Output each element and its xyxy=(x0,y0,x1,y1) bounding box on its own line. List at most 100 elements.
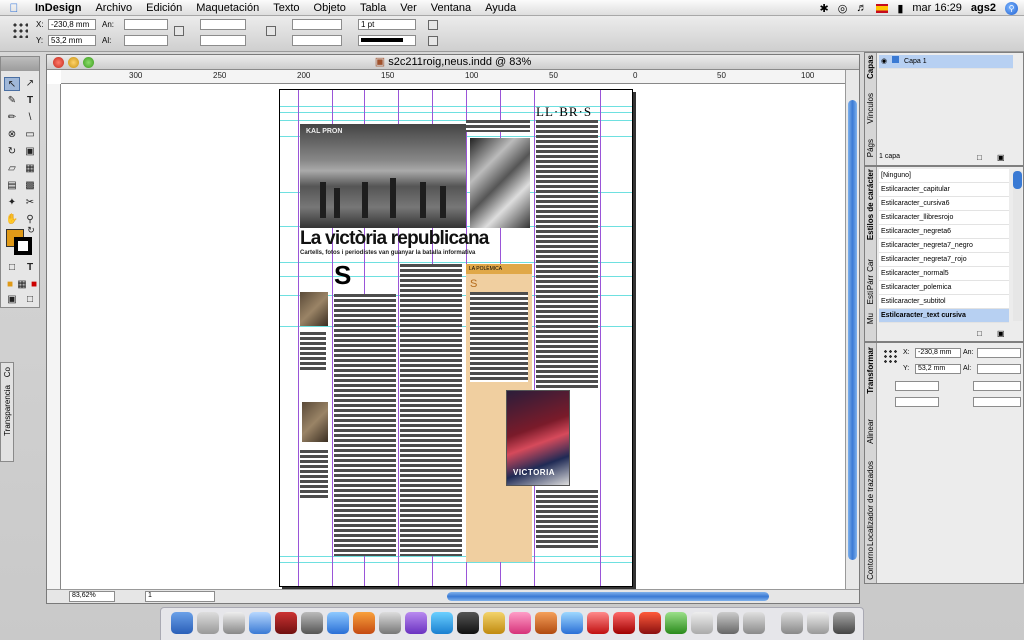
horizontal-scroll-thumb[interactable] xyxy=(447,592,769,601)
document-page[interactable]: KAL PRON LL·BR·S La victòria republicana… xyxy=(279,89,633,587)
scissors-tool-icon[interactable]: ✂ xyxy=(22,196,38,210)
poster-image[interactable]: VICTORIA xyxy=(506,390,570,486)
direct-selection-tool-icon[interactable]: ↗ xyxy=(22,77,38,91)
control-h-field[interactable] xyxy=(124,35,168,46)
menu-maquetacion[interactable]: Maquetación xyxy=(189,2,266,14)
text-column[interactable] xyxy=(400,264,462,556)
flash-icon[interactable] xyxy=(639,612,661,634)
style-item[interactable]: Estilcaracter_negreta6 xyxy=(879,225,1009,239)
formatting-container-icon[interactable]: □ xyxy=(4,261,20,275)
spotlight-icon[interactable]: ⚲ xyxy=(1005,1,1018,15)
delete-layer-icon[interactable]: ▣ xyxy=(997,153,1005,162)
layer-row[interactable]: ◉ Capa 1 xyxy=(879,55,1013,69)
textedit-icon[interactable] xyxy=(691,612,713,634)
selection-tool-icon[interactable]: ↖ xyxy=(4,77,20,91)
bluetooth-icon[interactable]: ✱ xyxy=(820,2,829,15)
close-window-button[interactable] xyxy=(53,57,64,68)
stroke-type-dropdown[interactable] xyxy=(358,35,416,46)
input-language-flag-icon[interactable] xyxy=(876,3,889,13)
menu-ver[interactable]: Ver xyxy=(393,2,424,14)
article-subhead[interactable]: Cartells, fotos i periodistes van guanya… xyxy=(300,250,475,256)
menu-texto[interactable]: Texto xyxy=(266,2,306,14)
vertical-scroll-thumb[interactable] xyxy=(848,100,857,560)
tab-estilos-caracter[interactable]: Estilos de carácter xyxy=(866,169,875,240)
delete-style-icon[interactable]: ▣ xyxy=(997,329,1005,338)
constrain-scale-icon[interactable] xyxy=(266,26,276,36)
apply-none-icon[interactable]: ■ xyxy=(26,278,42,292)
stroke-swatch[interactable] xyxy=(14,237,32,255)
text-column[interactable] xyxy=(536,490,598,550)
vertical-scrollbar[interactable] xyxy=(845,70,859,590)
dashboard-icon[interactable] xyxy=(197,612,219,634)
tab-capas[interactable]: Capas xyxy=(866,55,875,79)
preview-icon[interactable] xyxy=(717,612,739,634)
control-x-field[interactable]: -230,8 mm xyxy=(48,19,96,30)
acrobat-icon[interactable] xyxy=(587,612,609,634)
menu-archivo[interactable]: Archivo xyxy=(88,2,139,14)
photo-booth-icon[interactable] xyxy=(275,612,297,634)
type-tool-icon[interactable]: T xyxy=(22,94,38,108)
style-item[interactable]: Estilcaracter_capitular xyxy=(879,183,1009,197)
menubar-clock[interactable]: mar 16:29 xyxy=(912,2,962,14)
rotate-tool-icon[interactable]: ↻ xyxy=(4,145,20,159)
tools-title-bar[interactable] xyxy=(1,57,39,71)
rectangle-tool-icon[interactable]: ▭ xyxy=(22,128,38,142)
style-item[interactable]: Estilcaracter_negreta7_rojo xyxy=(879,253,1009,267)
new-style-icon[interactable]: □ xyxy=(977,329,982,338)
control-scale-x-field[interactable] xyxy=(200,19,246,30)
tab-parr[interactable]: Párr xyxy=(866,275,875,290)
pen-tool-icon[interactable]: ✎ xyxy=(4,94,20,108)
itunes-icon[interactable] xyxy=(249,612,271,634)
safari-icon[interactable] xyxy=(327,612,349,634)
transform-scale-x-field[interactable] xyxy=(895,381,939,391)
transform-y-field[interactable]: 53,2 mm xyxy=(915,364,961,374)
transform-rotation-field[interactable] xyxy=(973,381,1021,391)
secondary-photo[interactable] xyxy=(470,138,530,228)
menu-ventana[interactable]: Ventana xyxy=(424,2,478,14)
transform-scale-y-field[interactable] xyxy=(895,397,939,407)
stroke-weight-field[interactable]: 1 pt xyxy=(358,19,416,30)
wifi-icon[interactable]: ◎ xyxy=(838,2,848,15)
menu-edicion[interactable]: Edición xyxy=(139,2,189,14)
transform-shear-field[interactable] xyxy=(973,397,1021,407)
menu-tabla[interactable]: Tabla xyxy=(353,2,393,14)
text-column[interactable] xyxy=(536,120,598,390)
trash-icon[interactable] xyxy=(833,612,855,634)
downloads-folder-icon[interactable] xyxy=(781,612,803,634)
constrain-proportions-icon[interactable] xyxy=(174,26,184,36)
vertical-ruler[interactable] xyxy=(47,84,61,590)
styles-scrollbar[interactable] xyxy=(1013,171,1022,321)
text-column[interactable] xyxy=(300,332,326,372)
style-item[interactable]: Estilcaracter_cursiva6 xyxy=(879,197,1009,211)
document-title-bar[interactable]: ▣ s2c211roig,neus.indd @ 83% xyxy=(47,55,859,70)
flower-app-icon[interactable] xyxy=(509,612,531,634)
battery-icon[interactable]: ▮ xyxy=(897,2,903,15)
transform-h-field[interactable] xyxy=(977,364,1021,374)
normal-view-icon[interactable]: ▣ xyxy=(4,293,20,307)
gradient-tool-icon[interactable]: ▤ xyxy=(4,179,20,193)
zoom-window-button[interactable] xyxy=(83,57,94,68)
page-number-field[interactable]: 1 xyxy=(145,591,215,602)
minimize-window-button[interactable] xyxy=(68,57,79,68)
text-column[interactable] xyxy=(334,294,396,556)
tab-esti[interactable]: Esti xyxy=(866,291,875,304)
scale-tool-icon[interactable]: ▣ xyxy=(22,145,38,159)
new-layer-icon[interactable]: □ xyxy=(977,153,982,162)
control-y-field[interactable]: 53,2 mm xyxy=(48,35,96,46)
menu-objeto[interactable]: Objeto xyxy=(307,2,353,14)
style-item[interactable]: Estilcaracter_subtitol xyxy=(879,295,1009,309)
horizontal-ruler[interactable]: 300 250 200 150 100 50 0 50 100 xyxy=(61,70,847,84)
menubar-user[interactable]: ags2 xyxy=(971,2,996,14)
hand-tool-icon[interactable]: ✋ xyxy=(4,213,20,227)
mail-icon[interactable] xyxy=(223,612,245,634)
terminal-icon[interactable] xyxy=(457,612,479,634)
control-scale-y-field[interactable] xyxy=(200,35,246,46)
transparency-panel-tab[interactable]: Co Transparencia xyxy=(0,362,14,462)
system-preferences-icon[interactable] xyxy=(301,612,323,634)
style-item[interactable]: Estilcaracter_llibresrojo xyxy=(879,211,1009,225)
photoshop-icon[interactable] xyxy=(561,612,583,634)
select-container-icon[interactable] xyxy=(428,20,438,30)
line-tool-icon[interactable]: \ xyxy=(22,111,38,125)
zoom-field[interactable]: 83,62% xyxy=(69,591,115,602)
menu-app-indesign[interactable]: InDesign xyxy=(28,2,88,14)
